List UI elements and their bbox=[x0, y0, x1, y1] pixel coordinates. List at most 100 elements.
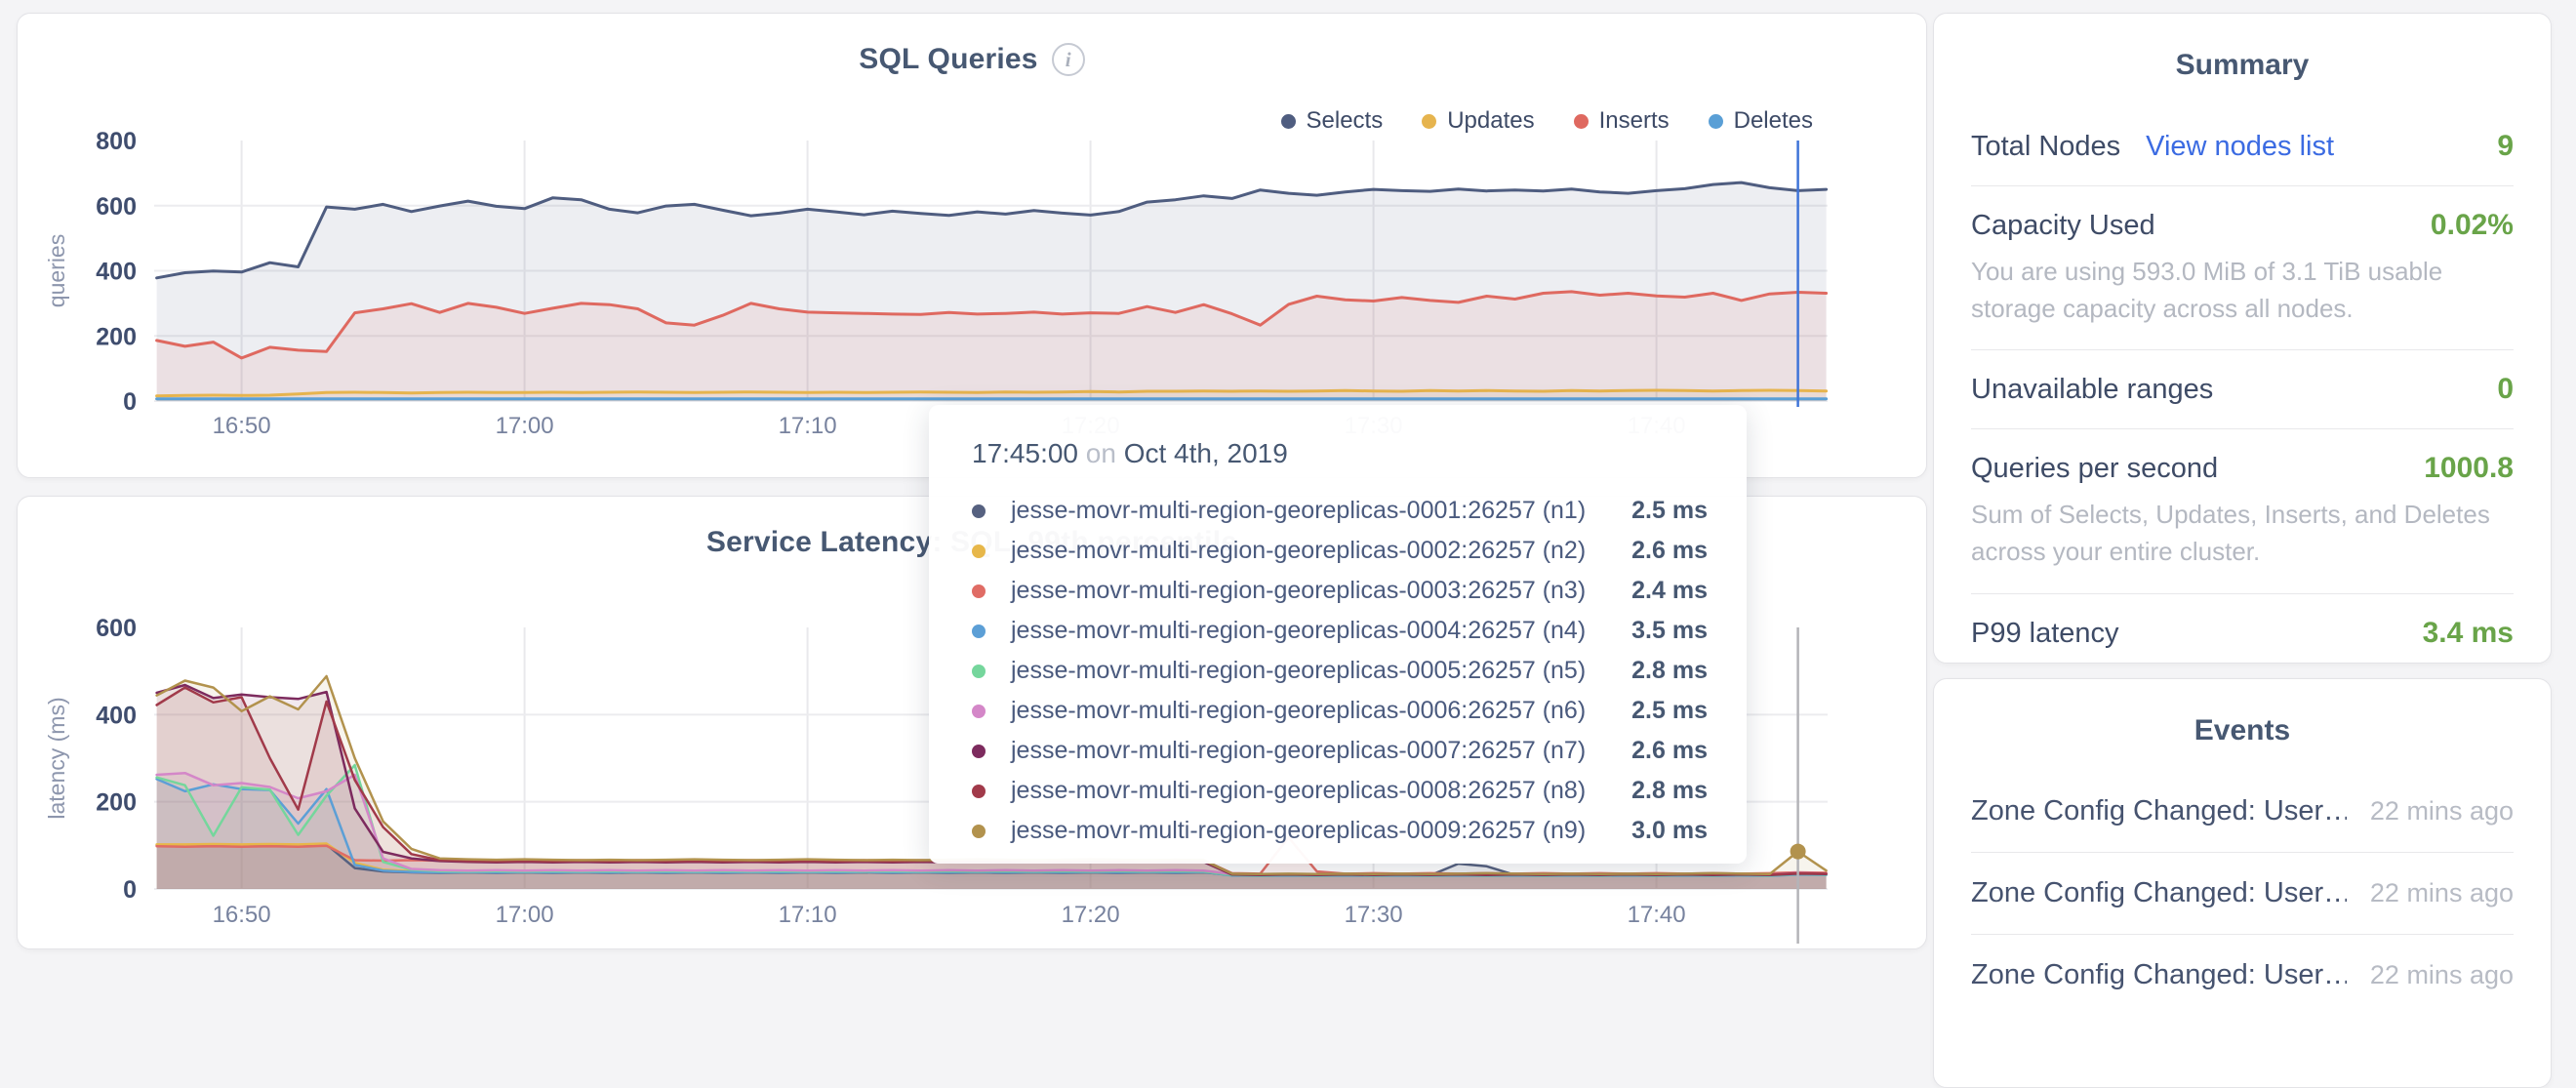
x-tick-label: 17:00 bbox=[496, 413, 554, 439]
x-tick-label: 17:30 bbox=[1345, 902, 1403, 928]
summary-row-label: Queries per second bbox=[1971, 453, 2218, 485]
node-color-dot bbox=[972, 825, 986, 838]
node-name: jesse-movr-multi-region-georeplicas-0009… bbox=[1011, 817, 1612, 845]
summary-row: P99 latency 3.4 ms bbox=[1971, 593, 2514, 672]
chart-hover-tooltip: 17:45:00 on Oct 4th, 2019 jesse-movr-mul… bbox=[929, 405, 1747, 864]
tooltip-node-row: jesse-movr-multi-region-georeplicas-0006… bbox=[972, 691, 1708, 731]
sql-queries-header: SQL Queries i bbox=[18, 43, 1926, 76]
summary-row: Total Nodes View nodes list 9 bbox=[1971, 107, 2514, 185]
tooltip-node-row: jesse-movr-multi-region-georeplicas-0004… bbox=[972, 611, 1708, 651]
y-axis-label: latency (ms) bbox=[44, 697, 69, 819]
tooltip-node-row: jesse-movr-multi-region-georeplicas-0005… bbox=[972, 651, 1708, 691]
x-tick-label: 17:10 bbox=[779, 413, 837, 439]
hover-point-dot bbox=[1791, 844, 1806, 860]
tooltip-time: 17:45:00 bbox=[972, 438, 1078, 468]
summary-row-value: 0.02% bbox=[2431, 209, 2514, 242]
event-time: 22 mins ago bbox=[2370, 796, 2514, 826]
summary-rows: Total Nodes View nodes list 9 Capacity Used… bbox=[1971, 107, 2514, 672]
x-tick-label: 17:10 bbox=[779, 902, 837, 928]
node-color-dot bbox=[972, 705, 986, 718]
event-row[interactable]: Zone Config Changed: User… 22 mins ago bbox=[1971, 934, 2514, 1016]
node-name: jesse-movr-multi-region-georeplicas-0008… bbox=[1011, 777, 1612, 805]
summary-row-value: 3.4 ms bbox=[2423, 617, 2514, 650]
legend-dot bbox=[1422, 114, 1436, 129]
y-tick-label: 0 bbox=[123, 876, 137, 904]
node-name: jesse-movr-multi-region-georeplicas-0003… bbox=[1011, 577, 1612, 605]
summary-row: Capacity Used 0.02% You are using 593.0 Mi… bbox=[1971, 185, 2514, 349]
events-rows: Zone Config Changed: User…22 mins agoZon… bbox=[1971, 771, 2514, 1016]
tooltip-node-row: jesse-movr-multi-region-georeplicas-0007… bbox=[972, 731, 1708, 771]
events-title: Events bbox=[1971, 714, 2514, 747]
node-latency-value: 3.5 ms bbox=[1631, 617, 1708, 645]
summary-panel: Summary Total Nodes View nodes list 9 Capac… bbox=[1933, 13, 2552, 664]
x-tick-label: 16:50 bbox=[213, 413, 271, 439]
x-tick-label: 17:40 bbox=[1628, 902, 1686, 928]
tooltip-conjunction: on bbox=[1086, 438, 1116, 468]
tooltip-node-row: jesse-movr-multi-region-georeplicas-0008… bbox=[972, 771, 1708, 811]
x-tick-label: 17:20 bbox=[1062, 902, 1120, 928]
summary-row-subtitle: Sum of Selects, Updates, Inserts, and De… bbox=[1971, 497, 2514, 570]
y-axis-label: queries bbox=[44, 234, 69, 307]
y-tick-label: 200 bbox=[96, 323, 137, 350]
summary-row-value: 1000.8 bbox=[2424, 452, 2514, 485]
tooltip-date: Oct 4th, 2019 bbox=[1124, 438, 1288, 468]
summary-row-label: Capacity Used bbox=[1971, 210, 2155, 242]
node-latency-value: 2.8 ms bbox=[1631, 657, 1708, 685]
event-row[interactable]: Zone Config Changed: User… 22 mins ago bbox=[1971, 852, 2514, 934]
node-color-dot bbox=[972, 745, 986, 758]
tooltip-node-row: jesse-movr-multi-region-georeplicas-0001… bbox=[972, 491, 1708, 531]
legend-dot bbox=[1281, 114, 1296, 129]
node-name: jesse-movr-multi-region-georeplicas-0005… bbox=[1011, 657, 1612, 685]
event-row[interactable]: Zone Config Changed: User… 22 mins ago bbox=[1971, 771, 2514, 852]
summary-row: Queries per second 1000.8 Sum of Selects, … bbox=[1971, 428, 2514, 592]
node-name: jesse-movr-multi-region-georeplicas-0007… bbox=[1011, 737, 1612, 765]
y-tick-label: 600 bbox=[96, 615, 137, 642]
y-tick-label: 200 bbox=[96, 789, 137, 817]
summary-row-subtitle: You are using 593.0 MiB of 3.1 TiB usabl… bbox=[1971, 254, 2514, 327]
summary-title: Summary bbox=[1971, 49, 2514, 82]
node-latency-value: 3.0 ms bbox=[1631, 817, 1708, 845]
event-label: Zone Config Changed: User… bbox=[1971, 959, 2347, 991]
event-time: 22 mins ago bbox=[2370, 878, 2514, 908]
event-time: 22 mins ago bbox=[2370, 960, 2514, 990]
event-label: Zone Config Changed: User… bbox=[1971, 795, 2347, 827]
node-latency-value: 2.8 ms bbox=[1631, 777, 1708, 805]
node-latency-value: 2.4 ms bbox=[1631, 577, 1708, 605]
node-name: jesse-movr-multi-region-georeplicas-0004… bbox=[1011, 617, 1612, 645]
node-name: jesse-movr-multi-region-georeplicas-0001… bbox=[1011, 497, 1612, 525]
tooltip-header: 17:45:00 on Oct 4th, 2019 bbox=[972, 438, 1708, 469]
tooltip-node-row: jesse-movr-multi-region-georeplicas-0003… bbox=[972, 571, 1708, 611]
legend-dot bbox=[1574, 114, 1589, 129]
summary-row: Unavailable ranges 0 bbox=[1971, 349, 2514, 428]
y-tick-label: 800 bbox=[96, 129, 137, 155]
legend-dot bbox=[1709, 114, 1723, 129]
summary-row-label: P99 latency bbox=[1971, 618, 2119, 650]
node-name: jesse-movr-multi-region-georeplicas-0002… bbox=[1011, 537, 1612, 565]
x-tick-label: 16:50 bbox=[213, 902, 271, 928]
tooltip-node-row: jesse-movr-multi-region-georeplicas-0009… bbox=[972, 811, 1708, 851]
tooltip-node-row: jesse-movr-multi-region-georeplicas-0002… bbox=[972, 531, 1708, 571]
event-label: Zone Config Changed: User… bbox=[1971, 877, 2347, 909]
node-color-dot bbox=[972, 544, 986, 558]
node-latency-value: 2.6 ms bbox=[1631, 537, 1708, 565]
y-tick-label: 400 bbox=[96, 702, 137, 729]
summary-row-label: Total Nodes bbox=[1971, 131, 2120, 163]
y-tick-label: 0 bbox=[123, 388, 137, 416]
sql-queries-title: SQL Queries bbox=[859, 43, 1037, 76]
node-latency-value: 2.6 ms bbox=[1631, 737, 1708, 765]
y-tick-label: 400 bbox=[96, 259, 137, 286]
summary-row-value: 9 bbox=[2497, 130, 2514, 163]
summary-row-label: Unavailable ranges bbox=[1971, 374, 2213, 406]
summary-row-value: 0 bbox=[2497, 373, 2514, 406]
node-name: jesse-movr-multi-region-georeplicas-0006… bbox=[1011, 697, 1612, 725]
events-panel: Events Zone Config Changed: User… 22 mins… bbox=[1933, 678, 2552, 1088]
x-tick-label: 17:00 bbox=[496, 902, 554, 928]
y-tick-label: 600 bbox=[96, 193, 137, 221]
node-color-dot bbox=[972, 625, 986, 638]
info-icon[interactable]: i bbox=[1052, 43, 1085, 76]
node-latency-value: 2.5 ms bbox=[1631, 697, 1708, 725]
node-latency-value: 2.5 ms bbox=[1631, 497, 1708, 525]
view-nodes-list-link[interactable]: View nodes list bbox=[2146, 131, 2334, 163]
node-color-dot bbox=[972, 584, 986, 598]
node-color-dot bbox=[972, 665, 986, 678]
